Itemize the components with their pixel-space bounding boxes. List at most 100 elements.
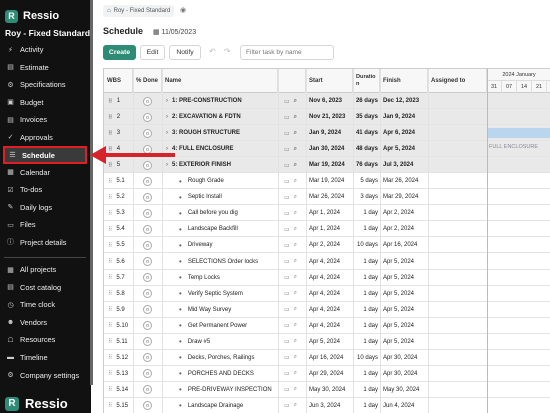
assigned-to[interactable] [431,302,487,318]
table-row[interactable]: ⠿ 5.15 0 • Landscape Drainage ▭ ⌕ Jun 3, 2024 1 … [104,398,550,413]
table-row[interactable]: ⠿ 5.9 0 • Mid Way Survey ▭ ⌕ Apr 4, 2024 1 day Ap… [104,302,550,318]
task-name[interactable]: › 2: EXCAVATION & FDTN [166,109,276,125]
search-input[interactable] [240,45,334,60]
task-name[interactable]: • Landscape Backfill [166,221,276,237]
start-date[interactable]: Nov 6, 2023 [309,93,353,109]
assigned-to[interactable] [431,270,487,286]
assigned-to[interactable] [431,93,487,109]
start-date[interactable]: Mar 26, 2024 [309,189,353,205]
percent-done[interactable]: 0 [143,254,158,270]
duration[interactable]: 1 day [353,366,380,382]
comment-icon[interactable]: ▭ [284,242,290,249]
task-name[interactable]: • Get Permanent Power [166,318,276,334]
start-date[interactable]: Apr 4, 2024 [309,318,353,334]
finish-date[interactable]: Apr 5, 2024 [383,141,428,157]
chevron-right-icon[interactable]: › [166,146,168,152]
sidebar-logo[interactable]: R Ressio [5,8,59,24]
comment-icon[interactable]: ▭ [284,258,290,265]
sidebar-item-daily-logs[interactable]: ✎ Daily logs [3,200,87,215]
attachment-icon[interactable]: ⌕ [294,98,297,105]
start-date[interactable]: Apr 29, 2024 [309,366,353,382]
assigned-to[interactable] [431,141,487,157]
col-assigned[interactable]: Assigned to [428,69,487,93]
eye-icon[interactable]: ◉ [180,6,186,14]
duration[interactable]: 1 day [353,318,380,334]
duration[interactable]: 35 days [353,109,380,125]
start-date[interactable]: Jan 9, 2024 [309,125,353,141]
attachment-icon[interactable]: ⌕ [294,258,297,265]
percent-done[interactable]: 0 [143,125,158,141]
sidebar-item-files[interactable]: ▭ Files [3,217,87,232]
duration[interactable]: 10 days [353,237,380,253]
assigned-to[interactable] [431,109,487,125]
percent-done[interactable]: 0 [143,270,158,286]
comment-icon[interactable]: ▭ [284,178,290,185]
attachment-icon[interactable]: ⌕ [294,402,297,409]
start-date[interactable]: Apr 1, 2024 [309,205,353,221]
drag-handle-icon[interactable]: ⠿ [108,226,113,233]
table-row[interactable]: ⠿ 5.3 0 • Call before you dig ▭ ⌕ Apr 1, 2024 1 … [104,205,550,222]
drag-handle-icon[interactable]: ⠿ [108,114,113,121]
assigned-to[interactable] [431,382,487,398]
sidebar-item-time-clock[interactable]: ◷ Time clock [3,297,87,312]
finish-date[interactable]: Apr 2, 2024 [383,221,428,237]
table-row[interactable]: ⠿ 5.4 0 • Landscape Backfill ▭ ⌕ Apr 1, 2024 1 d… [104,221,550,238]
comment-icon[interactable]: ▭ [284,114,290,121]
sidebar-item-specifications[interactable]: ⚙ Specifications [3,77,87,92]
drag-handle-icon[interactable]: ⠿ [108,194,113,201]
notify-button[interactable]: Notify [169,45,201,60]
start-date[interactable]: Apr 1, 2024 [309,221,353,237]
duration[interactable]: 1 day [353,302,380,318]
attachment-icon[interactable]: ⌕ [294,354,297,361]
attachment-icon[interactable]: ⌕ [294,338,297,345]
drag-handle-icon[interactable]: ⠿ [108,354,113,361]
comment-icon[interactable]: ▭ [284,162,290,169]
redo-icon[interactable]: ↷ [224,47,231,56]
assigned-to[interactable] [431,286,487,302]
drag-handle-icon[interactable]: ⠿ [108,258,113,265]
table-row[interactable]: ⠿ 5.11 0 • Draw #5 ▭ ⌕ Apr 5, 2024 1 day Apr 5, 2… [104,334,550,350]
col-start[interactable]: Start [306,69,353,93]
sidebar-item-budget[interactable]: ▣ Budget [3,95,87,110]
assigned-to[interactable] [431,157,487,173]
percent-done[interactable]: 0 [143,93,158,109]
percent-done[interactable]: 0 [143,286,158,302]
comment-icon[interactable]: ▭ [284,146,290,153]
comment-icon[interactable]: ▭ [284,290,290,297]
start-date[interactable]: Apr 2, 2024 [309,237,353,253]
duration[interactable]: 1 day [353,254,380,270]
table-row[interactable]: ⠿ 5.5 0 • Driveway ▭ ⌕ Apr 2, 2024 10 days Apr 16… [104,237,550,254]
percent-done[interactable]: 0 [143,205,158,221]
sidebar-item-vendors[interactable]: ☻ Vendors [3,315,87,330]
finish-date[interactable]: Apr 16, 2024 [383,237,428,253]
duration[interactable]: 41 days [353,125,380,141]
percent-done[interactable]: 0 [143,173,158,189]
percent-done[interactable]: 0 [143,366,158,382]
edit-button[interactable]: Edit [140,45,165,60]
drag-handle-icon[interactable]: ⠿ [108,386,113,393]
duration[interactable]: 5 days [353,173,380,189]
comment-icon[interactable]: ▭ [284,194,290,201]
comment-icon[interactable]: ▭ [284,402,290,409]
task-name[interactable]: › 1: PRE-CONSTRUCTION [166,93,276,109]
finish-date[interactable]: Jun 4, 2024 [383,398,428,413]
table-row[interactable]: ⠿ 5.6 0 • SELECTIONS Order locks ▭ ⌕ Apr 4, 202… [104,254,550,270]
comment-icon[interactable]: ▭ [284,130,290,137]
attachment-icon[interactable]: ⌕ [294,130,297,137]
sidebar-item-approvals[interactable]: ✓ Approvals [3,130,87,145]
assigned-to[interactable] [431,205,487,221]
breadcrumb[interactable]: ⌂ Roy - Fixed Standard [103,5,175,17]
finish-date[interactable]: Dec 12, 2023 [383,93,428,109]
sidebar-item-all-projects[interactable]: ▦ All projects [3,262,87,277]
drag-handle-icon[interactable]: ⠿ [108,274,113,281]
finish-date[interactable]: Apr 5, 2024 [383,334,428,350]
undo-icon[interactable]: ↶ [209,47,216,56]
task-name[interactable]: • PORCHES AND DECKS [166,366,276,382]
sidebar-item-activity[interactable]: ⚡ Activity [3,42,87,57]
percent-done[interactable]: 0 [143,318,158,334]
percent-done[interactable]: 0 [143,109,158,125]
start-date[interactable]: Apr 5, 2024 [309,334,353,350]
chevron-right-icon[interactable]: › [166,98,168,104]
assigned-to[interactable] [431,237,487,253]
table-row[interactable]: ⠿ 5 0 › 5: EXTERIOR FINISH ▭ ⌕ Mar 19, 2024 76 d… [104,157,550,174]
